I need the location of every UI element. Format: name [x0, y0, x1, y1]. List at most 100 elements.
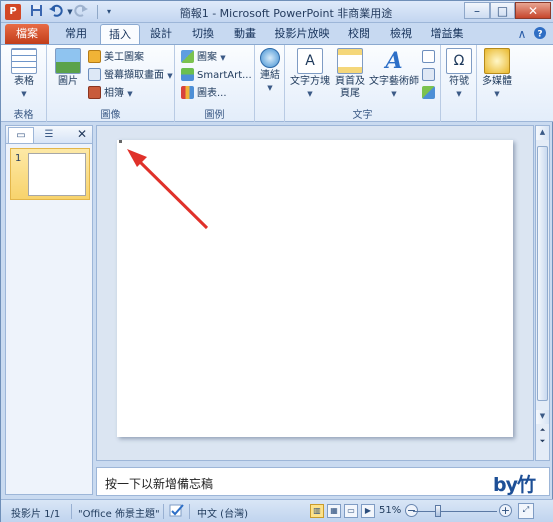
fit-to-window-icon[interactable]: ⤢	[518, 503, 534, 519]
slide-number-icon[interactable]	[422, 67, 436, 84]
tab-add-ins[interactable]: 增益集	[425, 24, 469, 44]
photo-album-button[interactable]: 相簿 ▼	[88, 85, 133, 102]
vertical-scrollbar[interactable]: ▲ ▼ ⏶ ⏷	[535, 125, 550, 461]
shapes-icon	[181, 50, 194, 63]
pane-close-icon[interactable]: ✕	[75, 127, 89, 143]
window-title: 簡報1 - Microsoft PowerPoint 非商業用途	[179, 7, 393, 20]
slide-canvas[interactable]	[117, 140, 513, 437]
text-box-button[interactable]: A 文字方塊 ▼	[289, 48, 331, 100]
minimize-ribbon-icon[interactable]: ∧	[514, 26, 530, 42]
tab-animations[interactable]: 動畫	[227, 24, 263, 44]
hyperlink-button[interactable]: 連結 ▼	[257, 48, 283, 94]
next-slide-icon[interactable]: ⏷	[536, 437, 549, 447]
zoom-slider-thumb[interactable]	[435, 505, 441, 517]
group-symbols: Ω 符號 ▼	[441, 45, 477, 122]
watermark-logo: by竹	[493, 474, 536, 496]
maximize-button[interactable]: □	[490, 2, 515, 19]
object-icon[interactable]	[422, 85, 436, 102]
customize-qat-icon[interactable]: ▾	[101, 4, 117, 20]
hyperlink-icon	[260, 48, 280, 68]
header-footer-label-line2: 頁尾	[340, 88, 360, 99]
zoom-in-button[interactable]: +	[499, 504, 512, 517]
normal-view-icon[interactable]: ▥	[310, 504, 324, 518]
shapes-label: 圖案	[197, 52, 217, 63]
language-indicator[interactable]: 中文 (台灣)	[197, 505, 248, 520]
theme-name[interactable]: "Office 佈景主題"	[78, 505, 160, 520]
table-button[interactable]: 表格 ▼	[7, 48, 41, 100]
notes-pane[interactable]: 按一下以新增備忘稿 by竹	[96, 467, 550, 496]
screenshot-label: 螢幕擷取畫面	[104, 70, 164, 81]
tab-transitions[interactable]: 切換	[185, 24, 221, 44]
notes-placeholder[interactable]: 按一下以新增備忘稿	[105, 475, 213, 492]
group-tables: 表格 ▼ 表格	[1, 45, 47, 122]
text-box-label: 文字方塊	[290, 76, 330, 87]
scroll-thumb[interactable]	[537, 146, 548, 401]
status-bar: 投影片 1/1 "Office 佈景主題" 中文 (台灣) ▥ ▦ ▭ ▶ 51…	[1, 499, 553, 522]
media-label: 多媒體	[482, 76, 512, 87]
slides-pane: ▭ ☰ ✕ 1	[5, 125, 93, 495]
hyperlink-label: 連結	[260, 70, 280, 81]
zoom-level[interactable]: 51%	[379, 505, 401, 516]
text-box-icon: A	[297, 48, 323, 74]
powerpoint-app-icon[interactable]: P	[5, 4, 21, 20]
tab-design[interactable]: 設計	[143, 24, 179, 44]
smartart-button[interactable]: SmartArt...	[181, 67, 252, 84]
scroll-down-icon[interactable]: ▼	[536, 410, 549, 424]
shapes-button[interactable]: 圖案 ▼	[181, 49, 226, 66]
reading-view-icon[interactable]: ▭	[344, 504, 358, 518]
symbol-button[interactable]: Ω 符號 ▼	[445, 48, 473, 100]
tab-review[interactable]: 校閱	[341, 24, 377, 44]
scroll-up-icon[interactable]: ▲	[536, 126, 549, 140]
zoom-slider-track[interactable]	[413, 511, 497, 512]
header-footer-button[interactable]: 頁首及 頁尾	[333, 48, 367, 100]
outline-tab-icon[interactable]: ☰	[36, 127, 62, 143]
date-time-icon[interactable]	[422, 49, 436, 66]
table-button-label: 表格	[14, 76, 34, 87]
clip-art-icon	[88, 50, 101, 63]
group-text: A 文字方塊 ▼ 頁首及 頁尾 A 文字藝術師 ▼ 文字	[285, 45, 441, 122]
title-bar: P ▼ ▾ 簡報1 - Microsoft PowerPoint 非商業用途 –…	[1, 1, 553, 23]
qat-separator	[97, 5, 98, 19]
screenshot-button[interactable]: 螢幕擷取畫面 ▼	[88, 67, 173, 84]
header-footer-icon	[337, 48, 363, 74]
symbol-dropdown-icon: ▼	[456, 90, 462, 98]
ribbon-tabs: 檔案 常用 插入 設計 切換 動畫 投影片放映 校閱 檢視 增益集 ∧ ?	[1, 23, 553, 44]
help-icon[interactable]: ?	[532, 26, 548, 42]
photo-album-icon	[88, 86, 101, 99]
previous-slide-icon[interactable]: ⏶	[536, 426, 549, 436]
group-tables-label: 表格	[13, 110, 34, 121]
wordart-button[interactable]: A 文字藝術師 ▼	[369, 48, 419, 100]
tab-home[interactable]: 常用	[56, 24, 96, 44]
slide-thumbnail-row[interactable]: 1	[10, 148, 90, 200]
media-button[interactable]: 多媒體 ▼	[479, 48, 515, 100]
speaker-icon	[484, 48, 510, 74]
clip-art-button[interactable]: 美工圖案	[88, 49, 144, 66]
slide-show-icon[interactable]: ▶	[361, 504, 375, 518]
tab-slide-show[interactable]: 投影片放映	[269, 24, 335, 44]
screenshot-dropdown-icon: ▼	[167, 72, 173, 80]
slides-tab-icon[interactable]: ▭	[8, 127, 34, 143]
picture-button[interactable]: 圖片	[53, 48, 83, 88]
group-links: 連結 ▼	[255, 45, 285, 122]
slide-sorter-icon[interactable]: ▦	[327, 504, 341, 518]
group-media: 多媒體 ▼	[477, 45, 517, 122]
slide-editor	[96, 125, 534, 461]
slide-indicator: 投影片 1/1	[11, 509, 61, 520]
photo-album-dropdown-icon: ▼	[127, 90, 133, 98]
tab-insert[interactable]: 插入	[100, 24, 140, 44]
chart-button[interactable]: 圖表...	[181, 85, 227, 102]
minimize-button[interactable]: –	[464, 2, 490, 19]
table-dropdown-icon: ▼	[21, 90, 27, 98]
chart-label: 圖表...	[197, 88, 227, 99]
close-button[interactable]: ✕	[515, 2, 551, 19]
hyperlink-dropdown-icon: ▼	[267, 84, 273, 92]
save-icon[interactable]	[28, 4, 44, 20]
omega-icon: Ω	[446, 48, 472, 74]
table-icon	[11, 48, 37, 74]
tab-view[interactable]: 檢視	[383, 24, 419, 44]
tab-file[interactable]: 檔案	[5, 24, 49, 44]
redo-icon[interactable]	[73, 4, 89, 20]
slide-thumbnail[interactable]	[28, 153, 86, 196]
svg-text:?: ?	[537, 30, 542, 40]
spelling-check-icon[interactable]	[169, 503, 185, 521]
